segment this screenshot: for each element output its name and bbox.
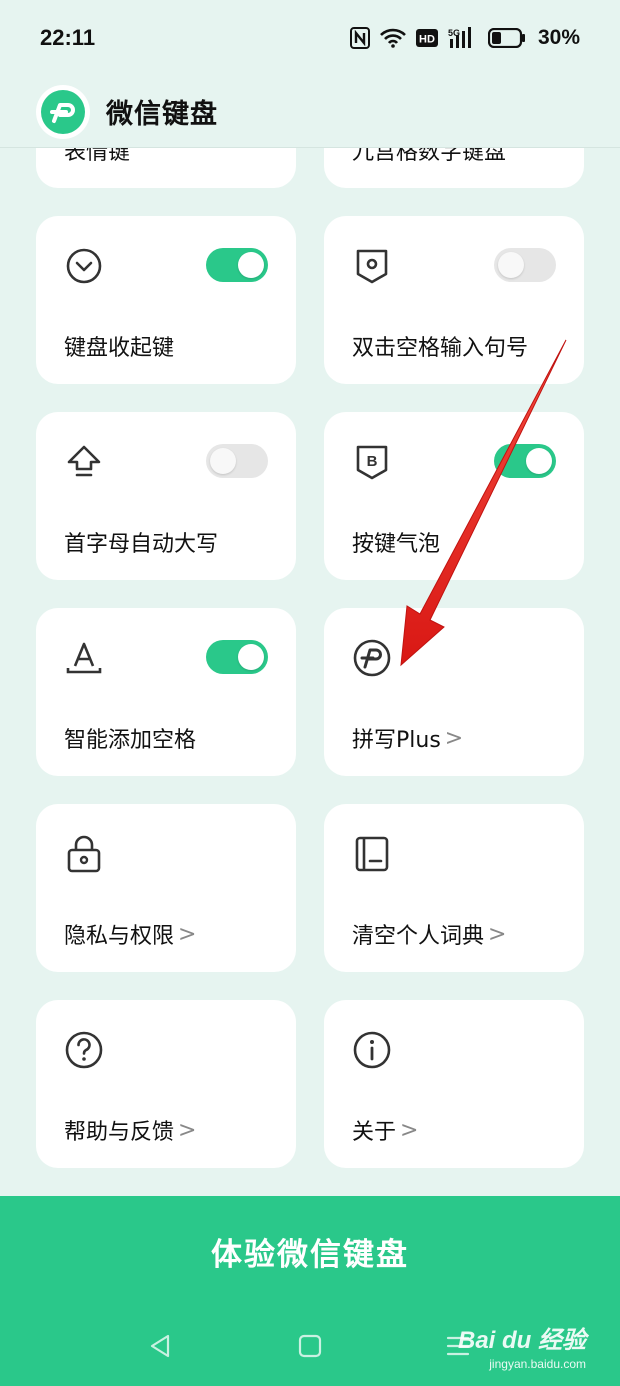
wifi-icon bbox=[380, 28, 406, 48]
dot-tag-icon bbox=[352, 246, 392, 286]
card-numeric-keypad[interactable]: 九宫格数字键盘 bbox=[324, 148, 584, 188]
card-label-text: 关于 bbox=[352, 1120, 397, 1145]
card-label: 拼写Plus > bbox=[352, 722, 463, 754]
status-icons: HD 5G 30% bbox=[349, 26, 580, 50]
auto-capitalize-toggle[interactable] bbox=[206, 444, 268, 478]
keyboard-collapse-toggle[interactable] bbox=[206, 248, 268, 282]
card-label: 首字母自动大写 bbox=[64, 532, 219, 557]
info-circle-icon bbox=[352, 1030, 392, 1070]
card-smart-space: 智能添加空格 bbox=[36, 608, 296, 776]
status-time: 22:11 bbox=[40, 25, 96, 50]
b-tag-icon: B bbox=[352, 442, 392, 482]
lock-icon bbox=[64, 834, 104, 874]
card-label: 关于 > bbox=[352, 1114, 418, 1146]
book-icon bbox=[352, 834, 392, 874]
hd-icon: HD bbox=[415, 29, 438, 47]
card-label-text: 清空个人词典 bbox=[352, 924, 485, 949]
card-label: 九宫格数字键盘 bbox=[352, 148, 507, 165]
app-header: 微信键盘 bbox=[0, 76, 620, 148]
settings-grid: 表情键 九宫格数字键盘 键盘收起键 双击空格输入句号 首字母自动大写 B 按键气… bbox=[0, 148, 620, 1196]
card-label: 按键气泡 bbox=[352, 532, 441, 557]
card-about[interactable]: 关于 > bbox=[324, 1000, 584, 1168]
card-label: 键盘收起键 bbox=[64, 336, 175, 361]
5g-signal-icon: 5G bbox=[448, 27, 478, 49]
chevron-circle-icon bbox=[64, 246, 104, 286]
bottom-panel: 体验微信键盘 Bai du 经验 jingyan.baidu.com bbox=[0, 1196, 620, 1386]
battery-icon bbox=[487, 28, 526, 48]
card-key-popup: B 按键气泡 bbox=[324, 412, 584, 580]
card-privacy-permissions[interactable]: 隐私与权限 > bbox=[36, 804, 296, 972]
baidu-jingyan-watermark: Bai du 经验 jingyan.baidu.com bbox=[457, 1327, 586, 1371]
svg-text:HD: HD bbox=[419, 34, 435, 46]
card-label: 双击空格输入句号 bbox=[352, 336, 529, 361]
chevron-right-icon: > bbox=[400, 1117, 419, 1143]
card-emoji-key[interactable]: 表情键 bbox=[36, 148, 296, 188]
letter-a-icon bbox=[64, 638, 104, 678]
double-space-period-toggle[interactable] bbox=[494, 248, 556, 282]
card-label: 隐私与权限 > bbox=[64, 918, 196, 950]
card-help-feedback[interactable]: 帮助与反馈 > bbox=[36, 1000, 296, 1168]
app-title: 微信键盘 bbox=[106, 99, 218, 130]
card-keyboard-collapse-key: 键盘收起键 bbox=[36, 216, 296, 384]
card-auto-capitalize: 首字母自动大写 bbox=[36, 412, 296, 580]
card-label: 帮助与反馈 > bbox=[64, 1114, 196, 1146]
home-nav-icon[interactable] bbox=[296, 1332, 324, 1360]
try-keyboard-button[interactable]: 体验微信键盘 bbox=[0, 1196, 620, 1306]
key-popup-toggle[interactable] bbox=[494, 444, 556, 478]
chevron-right-icon: > bbox=[488, 921, 507, 947]
chevron-right-icon: > bbox=[178, 921, 197, 947]
card-label: 表情键 bbox=[64, 148, 131, 165]
chevron-right-icon: > bbox=[444, 725, 464, 751]
card-label-text: 帮助与反馈 bbox=[64, 1120, 175, 1145]
card-label: 清空个人词典 > bbox=[352, 918, 506, 950]
nfc-icon bbox=[349, 27, 370, 49]
card-double-space-period: 双击空格输入句号 bbox=[324, 216, 584, 384]
plus-circle-logo-icon bbox=[352, 638, 392, 678]
shift-arrow-icon bbox=[64, 442, 104, 482]
battery-percent: 30% bbox=[537, 26, 580, 49]
card-label-text: 拼写Plus bbox=[352, 728, 441, 753]
back-nav-icon[interactable] bbox=[146, 1332, 174, 1360]
system-nav-bar: Bai du 经验 jingyan.baidu.com bbox=[0, 1306, 620, 1386]
svg-text:B: B bbox=[367, 453, 378, 470]
chevron-right-icon: > bbox=[178, 1117, 197, 1143]
card-clear-dictionary[interactable]: 清空个人词典 > bbox=[324, 804, 584, 972]
question-circle-icon bbox=[64, 1030, 104, 1070]
card-spelling-plus[interactable]: 拼写Plus > bbox=[324, 608, 584, 776]
wechat-keyboard-logo-icon bbox=[36, 84, 90, 139]
smart-space-toggle[interactable] bbox=[206, 640, 268, 674]
status-bar: 22:11 HD 5G 30% bbox=[0, 0, 620, 76]
card-label-text: 隐私与权限 bbox=[64, 924, 175, 949]
card-label: 智能添加空格 bbox=[64, 728, 197, 753]
